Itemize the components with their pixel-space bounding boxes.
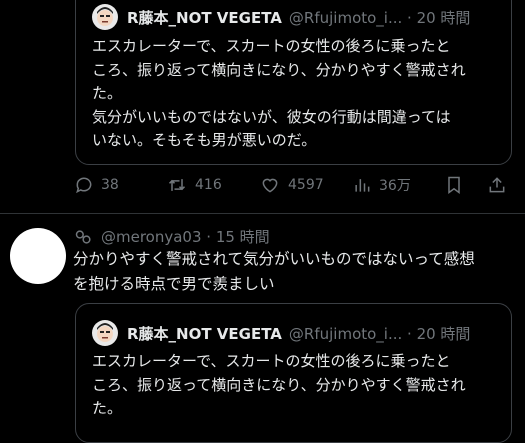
quoted-tweet-header: R藤本_NOT VEGETA @Rfujimoto_i... · 20 時間 xyxy=(92,4,470,30)
link-icon xyxy=(75,229,91,244)
author-handle-time-2: @Rfujimoto_i... · 20 時間 xyxy=(288,324,471,343)
author-avatar-2[interactable] xyxy=(92,320,118,346)
reply-header: @meronya03 · 15 時間 xyxy=(73,226,270,247)
retweet-icon xyxy=(168,179,186,191)
reply-action[interactable]: 38 xyxy=(74,175,119,195)
author-avatar[interactable] xyxy=(92,4,118,30)
author-name-2[interactable]: R藤本_NOT VEGETA xyxy=(127,323,282,344)
reply-icon xyxy=(76,177,92,194)
share-action[interactable] xyxy=(487,175,507,195)
heart-icon xyxy=(262,178,278,193)
reply-count: 38 xyxy=(101,177,119,193)
quoted-tweet-2-header: R藤本_NOT VEGETA @Rfujimoto_i... · 20 時間 xyxy=(92,320,470,346)
quoted-tweet-2-text: エスカレーターで、スカートの女性の後ろに乗ったと ころ、振り返って横向きになり、… xyxy=(92,354,466,418)
retweet-action[interactable]: 416 xyxy=(166,175,222,195)
like-count: 4597 xyxy=(288,177,324,193)
tweet-divider xyxy=(0,213,525,214)
author-handle-time: @Rfujimoto_i... · 20 時間 xyxy=(288,8,471,27)
bookmark-action[interactable] xyxy=(444,175,464,195)
share-icon xyxy=(489,177,505,193)
reply-handle-time[interactable]: @meronya03 · 15 時間 xyxy=(101,226,270,247)
views-icon xyxy=(355,179,370,192)
like-action[interactable]: 4597 xyxy=(259,175,324,195)
reply-text: 分かりやすく警戒されて気分がいいものではないって感想 を抱ける時点で男で羨ましい xyxy=(73,251,475,294)
author-name[interactable]: R藤本_NOT VEGETA xyxy=(127,7,282,28)
retweet-count: 416 xyxy=(195,177,222,193)
views-count: 36万 xyxy=(379,178,411,194)
bookmark-icon xyxy=(448,176,460,194)
views-action[interactable]: 36万 xyxy=(352,175,411,195)
quoted-tweet-text: エスカレーターで、スカートの女性の後ろに乗ったと ころ、振り返って横向きになり、… xyxy=(92,39,466,150)
reply-author-avatar[interactable] xyxy=(10,228,66,284)
